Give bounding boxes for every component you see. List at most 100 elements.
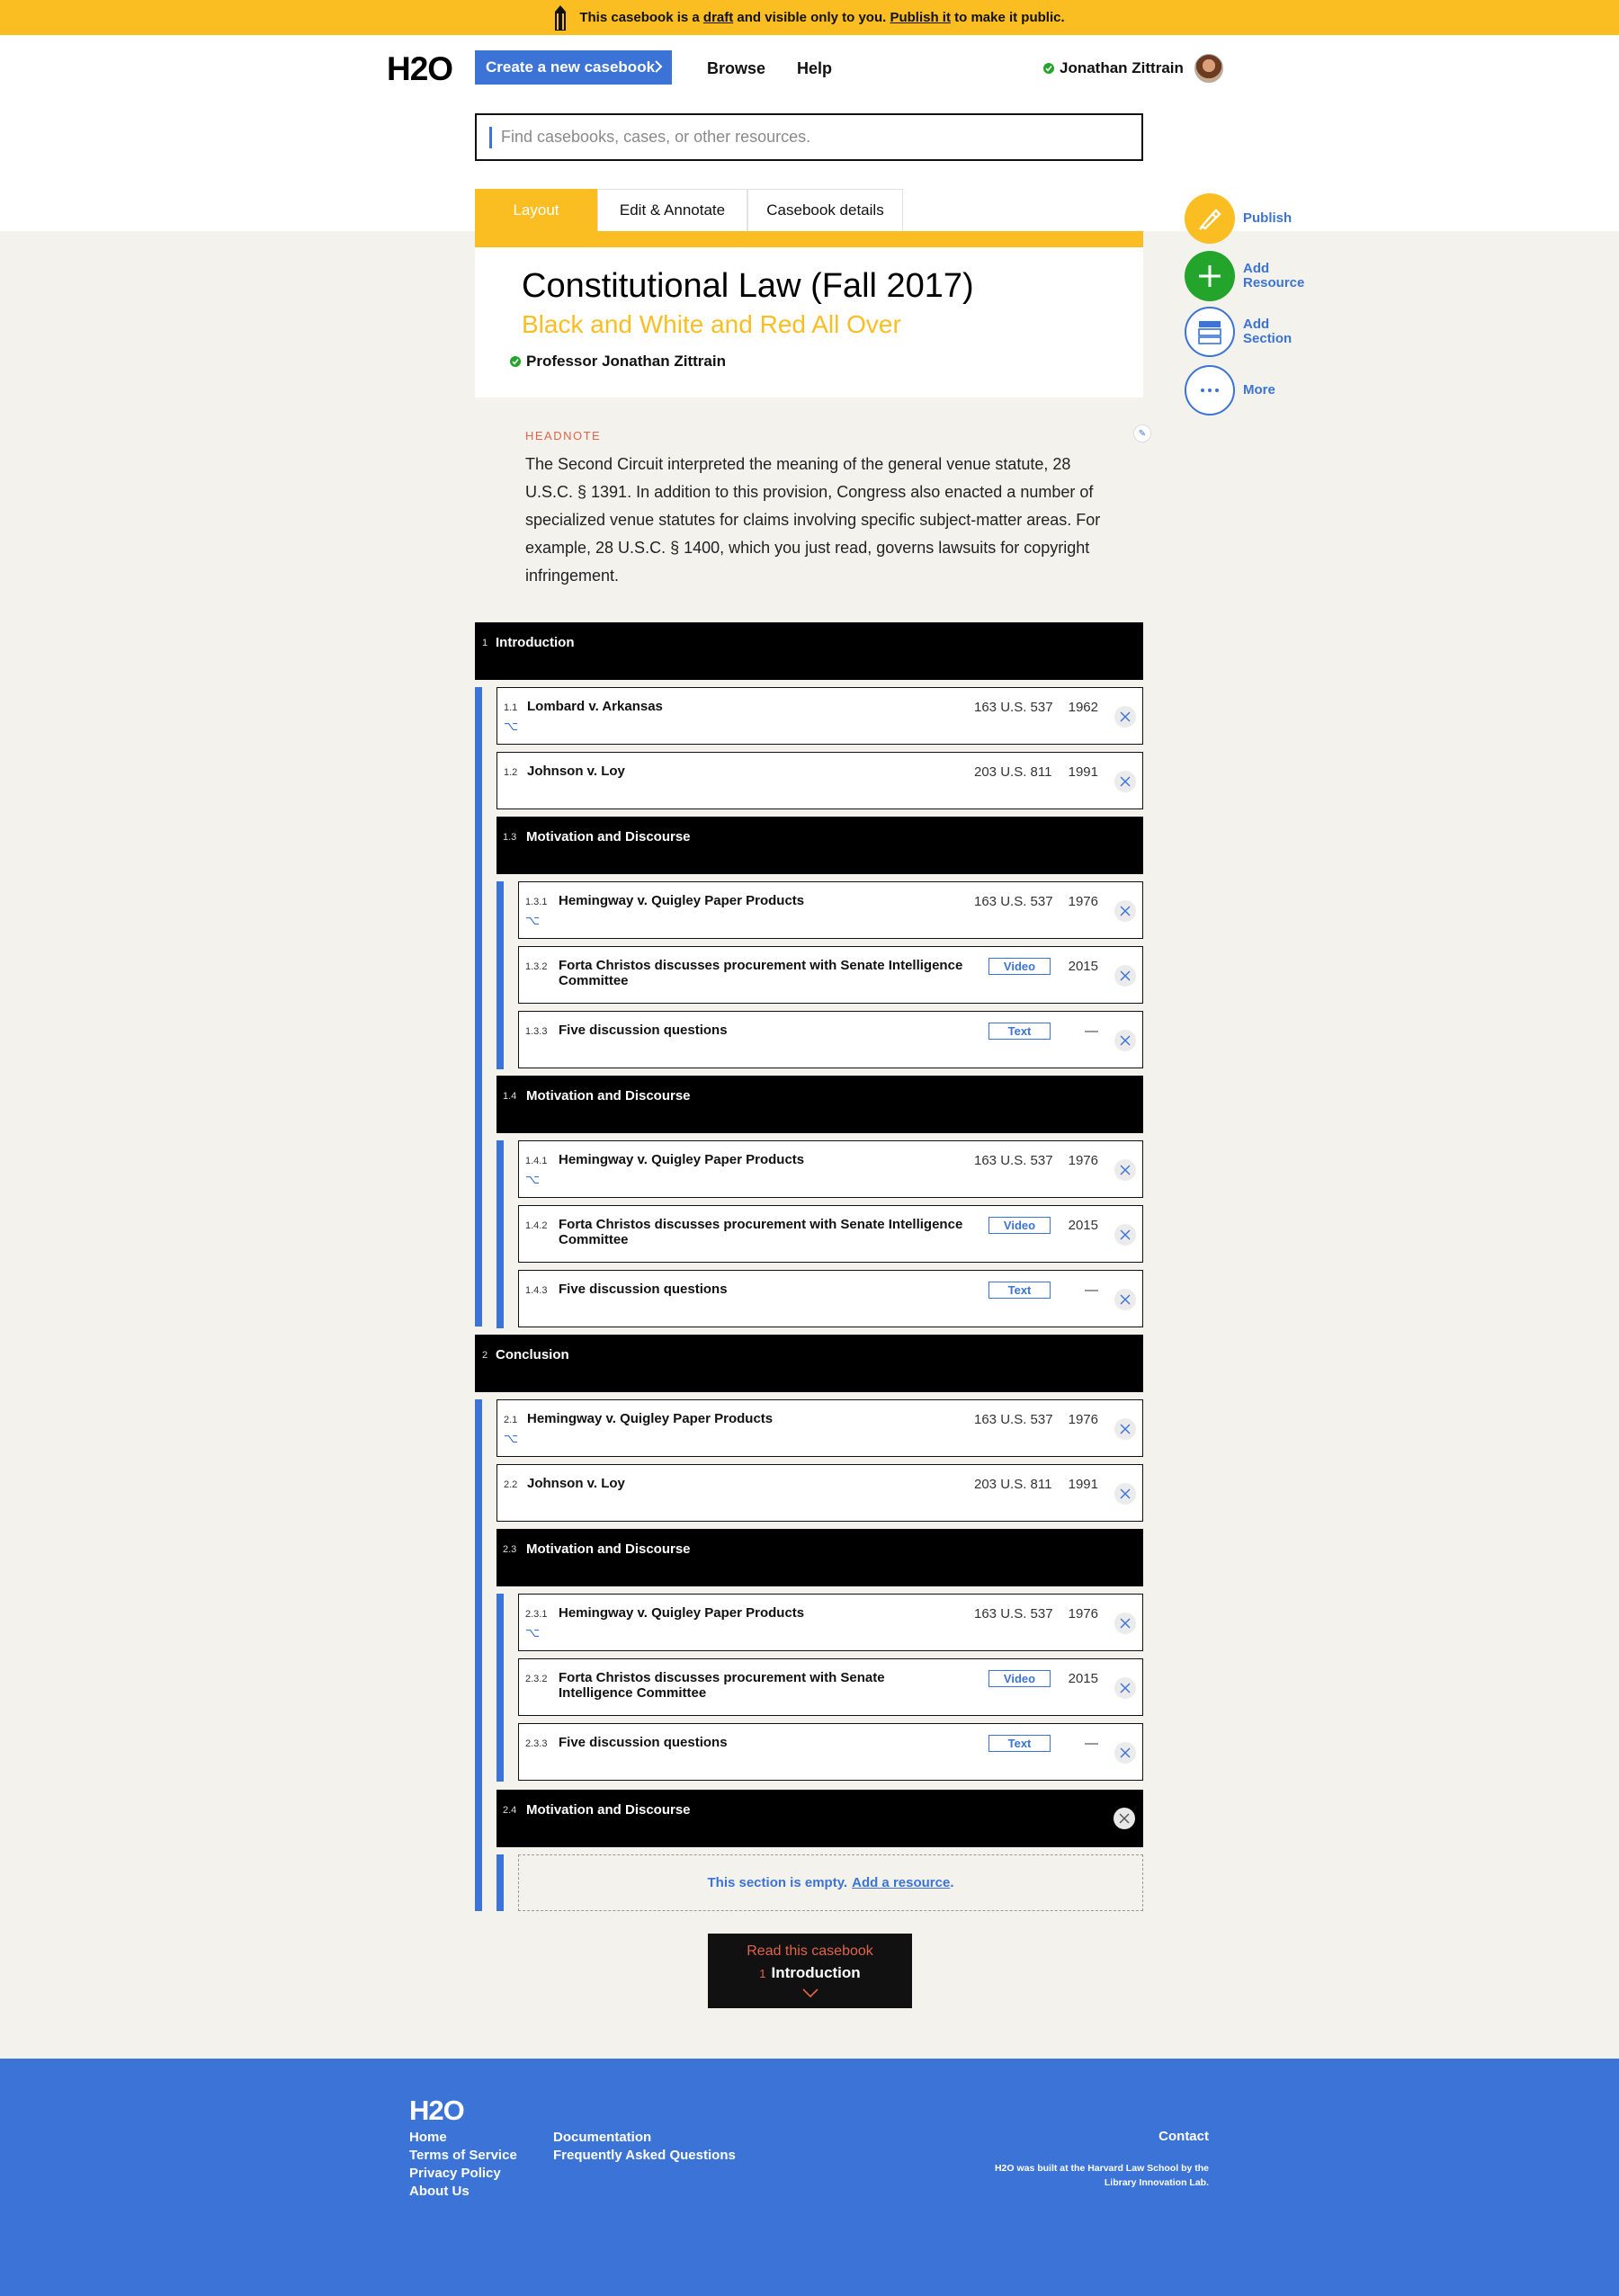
edit-pencil-icon[interactable]: ✎ bbox=[1133, 424, 1151, 442]
banner-prefix: This casebook is a bbox=[579, 10, 700, 25]
draft-link[interactable]: draft bbox=[703, 10, 733, 25]
section-title: Motivation and Discourse bbox=[526, 1541, 691, 1557]
empty-section-notice: This section is empty. Add a resource. bbox=[518, 1854, 1143, 1911]
tab-edit-annotate[interactable]: Edit & Annotate bbox=[597, 189, 747, 231]
close-icon[interactable] bbox=[1114, 900, 1136, 922]
resource-row[interactable]: 2.1 Hemingway v. Quigley Paper Products … bbox=[496, 1399, 1143, 1457]
empty-section-period: . bbox=[950, 1875, 954, 1890]
resource-title: Lombard v. Arkansas bbox=[527, 699, 663, 714]
close-icon[interactable] bbox=[1114, 1289, 1136, 1310]
resource-number: 2.2 bbox=[504, 1479, 518, 1490]
section-number: 1.4 bbox=[503, 1091, 517, 1102]
resource-year: 1991 bbox=[1068, 1477, 1098, 1492]
add-section-action[interactable]: Add Section bbox=[1185, 307, 1292, 357]
section-header[interactable]: 1 Introduction bbox=[475, 622, 1143, 680]
footer-link-contact[interactable]: Contact bbox=[1158, 2129, 1209, 2144]
resource-row[interactable]: 2.3.3 Five discussion questions Text — bbox=[518, 1723, 1143, 1781]
casebook-subtitle: Black and White and Red All Over bbox=[522, 310, 901, 338]
resource-row[interactable]: 2.2 Johnson v. Loy 203 U.S. 811 1991 bbox=[496, 1464, 1143, 1522]
draft-banner: This casebook is a draft and visible onl… bbox=[0, 0, 1619, 35]
site-footer: H2O Home Terms of Service Privacy Policy… bbox=[0, 2059, 1619, 2296]
close-icon[interactable] bbox=[1114, 1677, 1136, 1699]
resource-citation: 163 U.S. 537 bbox=[974, 1153, 1053, 1168]
section-header[interactable]: 2 Conclusion bbox=[475, 1335, 1143, 1392]
close-icon[interactable] bbox=[1114, 1808, 1135, 1829]
read-casebook-button[interactable]: Read this casebook 1 Introduction bbox=[708, 1934, 912, 2008]
resource-row[interactable]: 1.4.1 Hemingway v. Quigley Paper Product… bbox=[518, 1140, 1143, 1198]
resource-row[interactable]: 1.4.3 Five discussion questions Text — bbox=[518, 1270, 1143, 1327]
footer-link-home[interactable]: Home bbox=[409, 2129, 517, 2147]
resource-row[interactable]: 2.3.1 Hemingway v. Quigley Paper Product… bbox=[518, 1594, 1143, 1651]
close-icon[interactable] bbox=[1114, 1159, 1136, 1181]
close-icon[interactable] bbox=[1114, 1418, 1136, 1440]
add-resource-action[interactable]: Add Resource bbox=[1185, 251, 1304, 301]
avatar[interactable] bbox=[1194, 54, 1223, 83]
resource-year: 1991 bbox=[1068, 764, 1098, 780]
footer-link-privacy[interactable]: Privacy Policy bbox=[409, 2165, 517, 2183]
section-header[interactable]: 1.3 Motivation and Discourse bbox=[496, 817, 1143, 874]
resource-title: Hemingway v. Quigley Paper Products bbox=[559, 893, 805, 908]
resource-row[interactable]: 1.3.2 Forta Christos discusses procureme… bbox=[518, 946, 1143, 1004]
search-field[interactable] bbox=[475, 113, 1143, 161]
section-number: 1.3 bbox=[503, 832, 517, 843]
resource-number: 2.1 bbox=[504, 1415, 518, 1425]
footer-link-documentation[interactable]: Documentation bbox=[553, 2129, 736, 2147]
resource-title: Five discussion questions bbox=[559, 1735, 728, 1750]
resource-row[interactable]: 1.4.2 Forta Christos discusses procureme… bbox=[518, 1205, 1143, 1263]
close-icon[interactable] bbox=[1114, 965, 1136, 987]
resource-year: 1976 bbox=[1068, 1412, 1098, 1427]
read-section-title: Introduction bbox=[771, 1964, 861, 1981]
resource-row[interactable]: 2.3.2 Forta Christos discusses procureme… bbox=[518, 1658, 1143, 1716]
more-action[interactable]: More bbox=[1185, 365, 1275, 415]
footer-logo[interactable]: H2O bbox=[409, 2095, 465, 2127]
publish-it-link[interactable]: Publish it bbox=[890, 10, 951, 25]
publish-action[interactable]: Publish bbox=[1185, 193, 1292, 244]
section-number: 2 bbox=[482, 1350, 488, 1361]
user-menu[interactable]: Jonathan Zittrain bbox=[1043, 54, 1223, 83]
add-section-label: Add Section bbox=[1243, 317, 1292, 346]
resource-title: Johnson v. Loy bbox=[527, 1476, 625, 1491]
section-header[interactable]: 2.3 Motivation and Discourse bbox=[496, 1529, 1143, 1586]
resource-row[interactable]: 1.2 Johnson v. Loy 203 U.S. 811 1991 bbox=[496, 752, 1143, 809]
resource-type-badge: Text bbox=[988, 1735, 1051, 1752]
h2o-logo[interactable]: H2O bbox=[387, 50, 453, 88]
close-icon[interactable] bbox=[1114, 1613, 1136, 1634]
section-2-3-rail bbox=[496, 1594, 504, 1782]
resource-row[interactable]: 1.3.3 Five discussion questions Text — bbox=[518, 1011, 1143, 1068]
empty-section-text: This section is empty. bbox=[707, 1875, 848, 1890]
footer-credit-line2: Library Innovation Lab. bbox=[1104, 2177, 1209, 2188]
pencil-icon bbox=[554, 4, 567, 31]
nav-browse-link[interactable]: Browse bbox=[707, 59, 765, 78]
annotation-icon: ⌥ bbox=[504, 1431, 519, 1445]
add-resource-link[interactable]: Add a resource bbox=[852, 1875, 950, 1890]
section-1-4-rail bbox=[496, 1140, 504, 1328]
author-name: Professor Jonathan Zittrain bbox=[526, 353, 726, 370]
close-icon[interactable] bbox=[1114, 1224, 1136, 1246]
footer-link-about[interactable]: About Us bbox=[409, 2183, 517, 2201]
footer-link-terms[interactable]: Terms of Service bbox=[409, 2147, 517, 2165]
resource-row[interactable]: 1.1 Lombard v. Arkansas ⌥ 163 U.S. 537 1… bbox=[496, 687, 1143, 745]
close-icon[interactable] bbox=[1114, 1742, 1136, 1764]
tab-layout[interactable]: Layout bbox=[475, 189, 597, 231]
add-resource-label-line2: Resource bbox=[1243, 275, 1305, 290]
section-1-3-rail bbox=[496, 881, 504, 1069]
search-input[interactable] bbox=[501, 128, 1113, 147]
resource-title: Forta Christos discusses procurement wit… bbox=[559, 1670, 885, 1701]
resource-type-badge: Video bbox=[988, 1670, 1051, 1687]
section-header[interactable]: 1.4 Motivation and Discourse bbox=[496, 1076, 1143, 1133]
check-circle-icon bbox=[1043, 63, 1054, 74]
close-icon[interactable] bbox=[1114, 706, 1136, 728]
create-casebook-button[interactable]: Create a new casebook bbox=[475, 50, 672, 85]
close-icon[interactable] bbox=[1114, 1483, 1136, 1505]
resource-year: 2015 bbox=[1068, 1218, 1098, 1233]
nav-help-link[interactable]: Help bbox=[797, 59, 832, 78]
resource-title: Hemingway v. Quigley Paper Products bbox=[527, 1411, 774, 1426]
close-icon[interactable] bbox=[1114, 1030, 1136, 1051]
footer-credit: H2O was built at the Harvard Law School … bbox=[984, 2161, 1209, 2190]
footer-link-faq[interactable]: Frequently Asked Questions bbox=[553, 2147, 736, 2165]
section-header[interactable]: 2.4 Motivation and Discourse bbox=[496, 1790, 1143, 1847]
tab-casebook-details[interactable]: Casebook details bbox=[747, 189, 903, 231]
resource-citation: 163 U.S. 537 bbox=[974, 894, 1053, 909]
resource-row[interactable]: 1.3.1 Hemingway v. Quigley Paper Product… bbox=[518, 881, 1143, 939]
close-icon[interactable] bbox=[1114, 771, 1136, 792]
